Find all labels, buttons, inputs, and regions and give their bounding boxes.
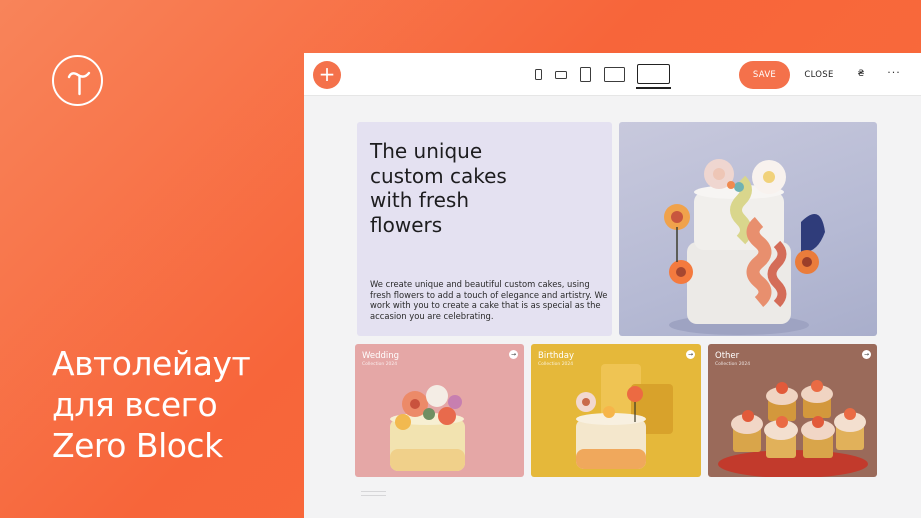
card-other[interactable]: Other Collection 2024 → bbox=[708, 344, 877, 477]
hero-title-line: flowers bbox=[370, 212, 443, 237]
promo-line-2: для всего bbox=[52, 385, 218, 424]
guide-line bbox=[361, 495, 386, 496]
card-title: Birthday bbox=[538, 351, 575, 361]
hero-description[interactable]: We create unique and beautiful custom ca… bbox=[370, 279, 608, 322]
tilda-logo bbox=[52, 55, 103, 106]
hero-cake-image[interactable] bbox=[619, 122, 877, 336]
card-subtitle: Collection 2024 bbox=[538, 362, 574, 367]
editor-toolbar: + SAVE CLOSE ₴ ··· bbox=[304, 53, 921, 96]
hero-title-line: The unique bbox=[370, 139, 483, 163]
phone-landscape-icon[interactable] bbox=[555, 71, 567, 79]
active-device-indicator bbox=[636, 87, 671, 89]
hero-text-block[interactable]: The unique custom cakes with fresh flowe… bbox=[357, 122, 612, 336]
card-birthday[interactable]: Birthday Collection 2024 → bbox=[531, 344, 701, 477]
desktop-icon[interactable] bbox=[637, 64, 670, 84]
promo-line-3: Zero Block bbox=[52, 426, 223, 465]
cake-illustration bbox=[664, 159, 825, 335]
hero-title-line: with fresh bbox=[370, 188, 470, 212]
arrow-right-icon[interactable]: → bbox=[509, 350, 518, 359]
close-button[interactable]: CLOSE bbox=[799, 61, 839, 89]
more-options-icon[interactable]: ··· bbox=[884, 65, 904, 83]
promo-line-1: Автолейаут bbox=[52, 344, 251, 383]
tablet-landscape-icon[interactable] bbox=[604, 67, 625, 82]
promo-heading: Автолейаут для всего Zero Block bbox=[52, 343, 292, 466]
arrow-right-icon[interactable]: → bbox=[862, 350, 871, 359]
arrow-right-icon[interactable]: → bbox=[686, 350, 695, 359]
card-subtitle: Collection 2024 bbox=[362, 362, 398, 367]
card-subtitle: Collection 2024 bbox=[715, 362, 751, 367]
save-button[interactable]: SAVE bbox=[739, 61, 790, 89]
hero-title[interactable]: The unique custom cakes with fresh flowe… bbox=[370, 139, 590, 237]
add-element-button[interactable]: + bbox=[313, 61, 341, 89]
currency-icon[interactable]: ₴ bbox=[854, 65, 868, 83]
zero-block-editor: + SAVE CLOSE ₴ ··· The unique custom cak… bbox=[304, 53, 921, 518]
card-wedding[interactable]: Wedding Collection 2024 → bbox=[355, 344, 524, 477]
hero-title-line: custom cakes bbox=[370, 163, 507, 188]
guide-line bbox=[361, 491, 386, 492]
collection-cards: Wedding Collection 2024 → Birthday Colle… bbox=[355, 344, 877, 477]
phone-small-icon[interactable] bbox=[535, 69, 542, 80]
tablet-icon[interactable] bbox=[580, 67, 591, 82]
tilda-logo-icon bbox=[67, 71, 91, 96]
card-title: Wedding bbox=[362, 351, 400, 361]
card-title: Other bbox=[715, 351, 740, 361]
